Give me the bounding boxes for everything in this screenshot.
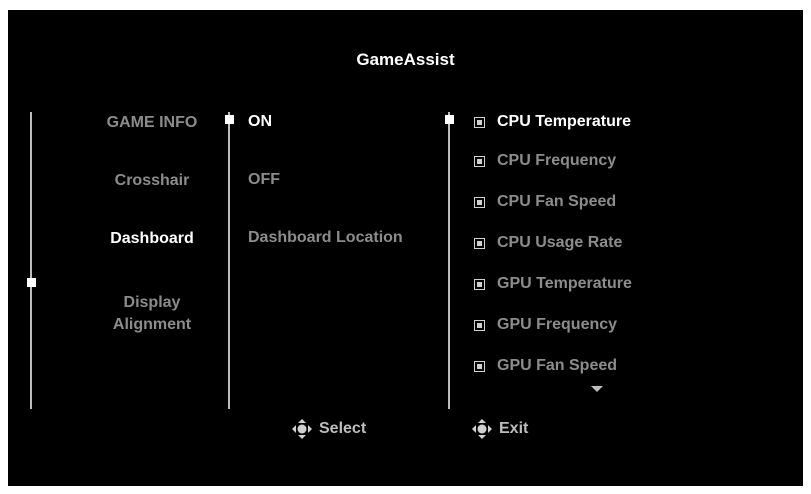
option-label: GPU Fan Speed xyxy=(497,357,618,374)
option-label: CPU Temperature xyxy=(497,113,631,130)
submenu-scrollbar xyxy=(228,112,230,409)
menu-item-game-info[interactable]: GAME INFO xyxy=(52,112,252,134)
menu-item-dashboard[interactable]: Dashboard xyxy=(52,228,252,250)
option-label: CPU Fan Speed xyxy=(497,193,617,210)
chevron-down-icon[interactable] xyxy=(591,386,603,392)
submenu-item-on[interactable]: ON xyxy=(248,113,272,131)
option-label: CPU Frequency xyxy=(497,152,617,169)
option-cpu-fan-speed[interactable]: CPU Fan Speed xyxy=(474,192,616,212)
exit-label: Exit xyxy=(499,420,529,437)
checkbox-icon xyxy=(474,360,485,372)
checkbox-icon xyxy=(474,237,485,249)
menu-item-display-alignment[interactable]: Display Alignment xyxy=(52,292,252,336)
option-label: CPU Usage Rate xyxy=(497,234,623,251)
option-gpu-temperature[interactable]: GPU Temperature xyxy=(474,274,632,294)
navigation-joystick-icon xyxy=(472,419,492,439)
options-scroll-indicator xyxy=(445,115,454,124)
submenu-item-dashboard-location[interactable]: Dashboard Location xyxy=(248,229,403,247)
option-cpu-frequency[interactable]: CPU Frequency xyxy=(474,151,616,171)
checkbox-icon xyxy=(474,196,485,208)
navigation-joystick-icon xyxy=(292,419,312,439)
checkbox-icon xyxy=(474,319,485,331)
menu-item-crosshair[interactable]: Crosshair xyxy=(52,170,252,192)
page-title: GameAssist xyxy=(356,50,455,69)
checkbox-icon xyxy=(474,278,485,290)
menu-item-label-line1: Display xyxy=(123,294,181,311)
option-cpu-usage-rate[interactable]: CPU Usage Rate xyxy=(474,233,622,253)
submenu-scroll-indicator xyxy=(225,115,234,124)
select-hint: Select xyxy=(291,418,366,440)
option-cpu-temperature[interactable]: CPU Temperature xyxy=(474,112,631,132)
menu-item-label-line2: Alignment xyxy=(112,316,192,333)
menu-scrollbar xyxy=(30,112,32,409)
option-gpu-fan-speed[interactable]: GPU Fan Speed xyxy=(474,356,617,376)
options-scrollbar xyxy=(448,112,450,409)
menu-scroll-indicator xyxy=(27,278,36,287)
option-label: GPU Temperature xyxy=(497,275,632,292)
osd-panel: GameAssist GAME INFO Crosshair Dashboard… xyxy=(8,10,803,486)
checkbox-icon xyxy=(474,155,485,167)
exit-hint: Exit xyxy=(471,418,528,440)
submenu-item-off[interactable]: OFF xyxy=(248,171,280,189)
option-gpu-frequency[interactable]: GPU Frequency xyxy=(474,315,617,335)
select-label: Select xyxy=(319,420,367,437)
option-label: GPU Frequency xyxy=(497,316,618,333)
checkbox-icon xyxy=(474,116,485,128)
